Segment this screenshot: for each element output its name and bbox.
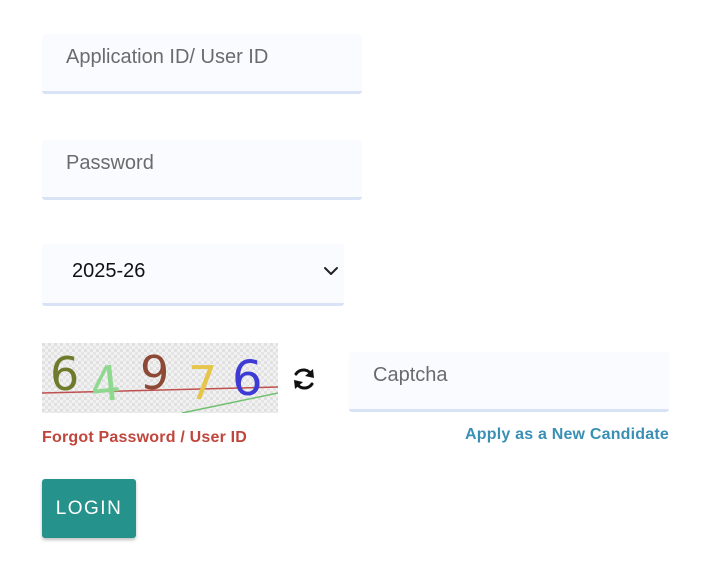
userid-input[interactable] [42, 34, 362, 94]
captcha-char: 4 [87, 355, 123, 413]
academic-year-value: 2025-26 [72, 260, 146, 282]
captcha-char: 6 [50, 347, 79, 401]
captcha-char: 6 [232, 351, 263, 407]
apply-new-candidate-link[interactable]: Apply as a New Candidate [465, 426, 669, 444]
academic-year-select[interactable]: 2025-26 [42, 244, 344, 306]
password-input[interactable] [42, 140, 362, 200]
captcha-image: 6 4 9 7 6 [42, 343, 278, 413]
captcha-char: 7 [188, 356, 217, 410]
forgot-password-link[interactable]: Forgot Password / User ID [42, 429, 247, 447]
refresh-icon[interactable] [290, 365, 318, 393]
login-button[interactable]: LOGIN [42, 479, 136, 538]
chevron-down-icon [324, 267, 338, 275]
captcha-input[interactable] [349, 352, 669, 412]
captcha-char: 9 [140, 346, 169, 400]
